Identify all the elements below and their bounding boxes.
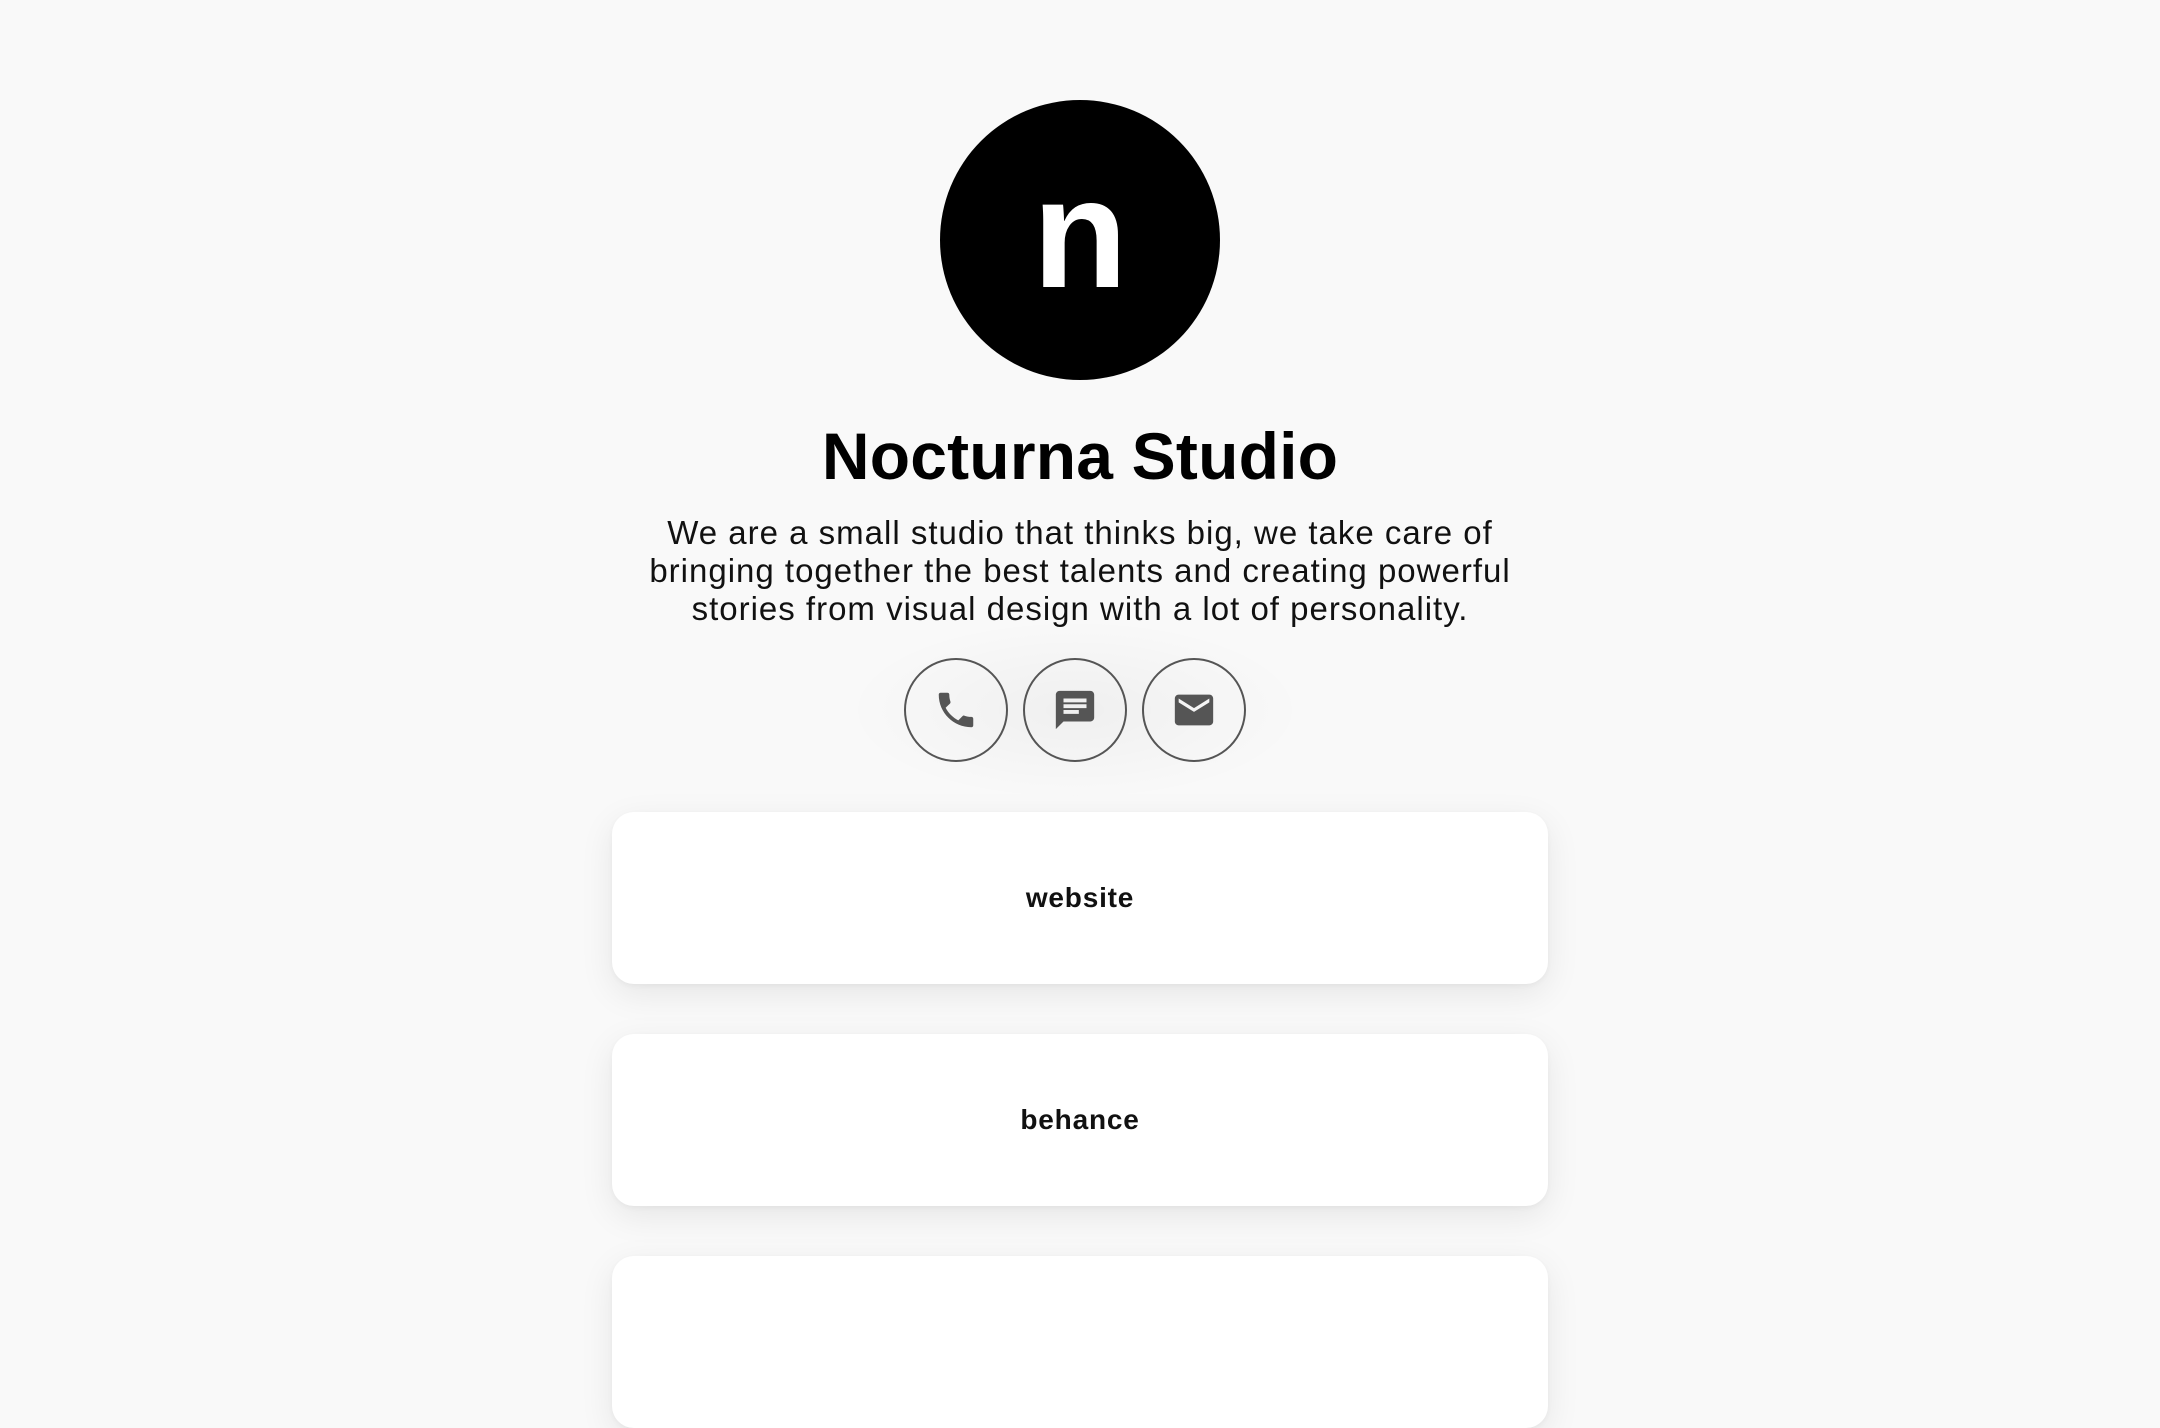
link-card-behance[interactable]: behance bbox=[612, 1034, 1548, 1206]
profile-bio: We are a small studio that thinks big, w… bbox=[649, 514, 1511, 627]
link-card-third[interactable] bbox=[612, 1256, 1548, 1428]
profile-page: n Nocturna Studio We are a small studio … bbox=[0, 0, 2160, 1428]
link-card-label: website bbox=[1025, 882, 1135, 913]
message-button[interactable] bbox=[1023, 658, 1127, 762]
avatar: n bbox=[940, 100, 1220, 380]
link-card-website[interactable]: website bbox=[612, 812, 1548, 984]
phone-icon bbox=[938, 692, 974, 728]
mail-button[interactable] bbox=[1142, 658, 1246, 762]
message-icon bbox=[1055, 690, 1095, 730]
mail-icon bbox=[1174, 694, 1214, 726]
page-title: Nocturna Studio bbox=[821, 419, 1339, 493]
link-card-label: behance bbox=[1020, 1104, 1140, 1135]
phone-button[interactable] bbox=[904, 658, 1008, 762]
contact-actions bbox=[844, 618, 1306, 802]
avatar-letter: n bbox=[1032, 147, 1128, 321]
